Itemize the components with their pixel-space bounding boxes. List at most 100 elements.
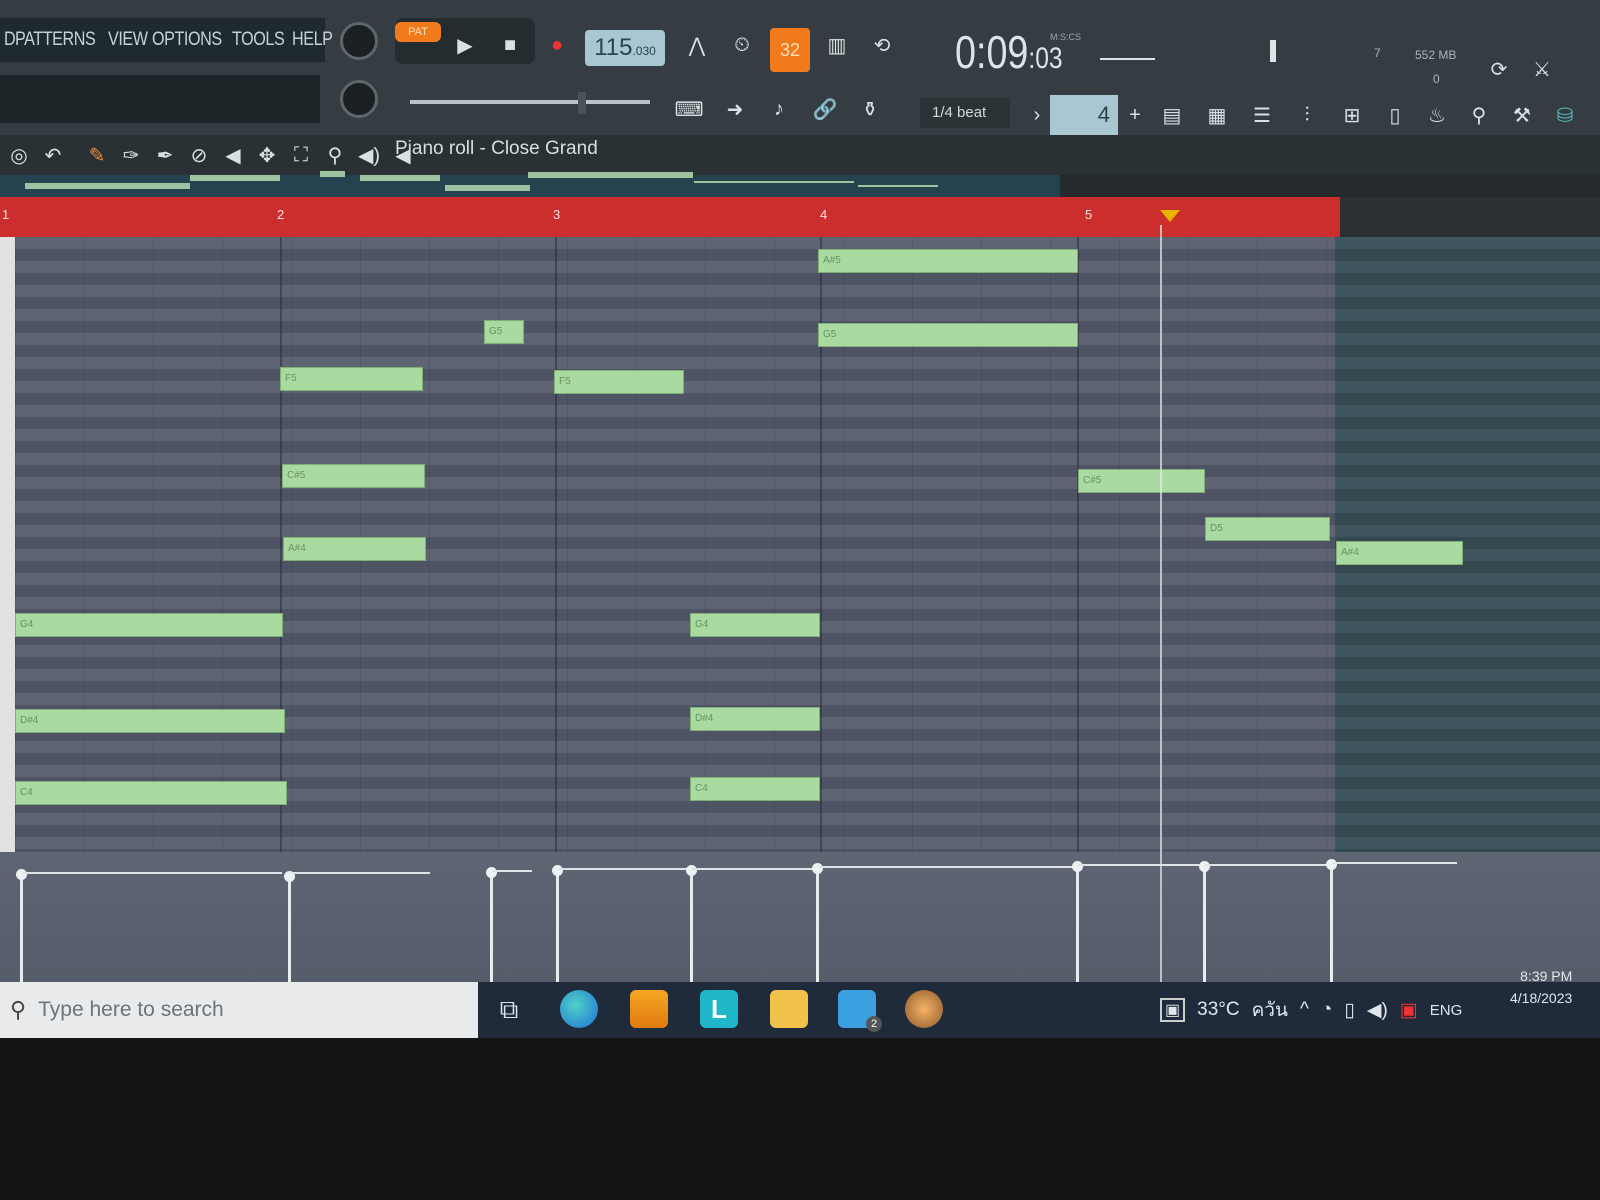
- velocity-bar[interactable]: [1326, 859, 1337, 982]
- shop-icon[interactable]: ⛁: [1548, 98, 1582, 132]
- snap-select[interactable]: 1/4 beat: [920, 98, 1010, 128]
- magnifier-icon[interactable]: ⚲: [318, 138, 352, 172]
- loop-record-icon[interactable]: ⟲: [865, 28, 899, 62]
- piano-keys[interactable]: [0, 237, 15, 852]
- velocity-bar[interactable]: [812, 863, 823, 982]
- chevron-up-icon[interactable]: ^: [1300, 999, 1309, 1021]
- tempo-display[interactable]: 115.030: [585, 30, 665, 66]
- master-pitch-knob[interactable]: [340, 80, 378, 118]
- velocity-bar[interactable]: [16, 869, 27, 982]
- weather-temp[interactable]: 33°C: [1197, 999, 1239, 1021]
- task-view-icon[interactable]: ⧉: [490, 990, 528, 1028]
- chevron-right-icon[interactable]: ›: [1020, 98, 1054, 132]
- note[interactable]: F5: [554, 370, 684, 394]
- l-app-icon[interactable]: L: [700, 990, 738, 1028]
- slice-icon[interactable]: ◀: [216, 138, 250, 172]
- weather-icon[interactable]: ▣: [1160, 998, 1186, 1022]
- note[interactable]: C#5: [1078, 469, 1205, 493]
- mute-tool-icon[interactable]: ⊘: [182, 138, 216, 172]
- note[interactable]: F5: [280, 367, 423, 391]
- playlist-icon[interactable]: ▤: [1155, 98, 1189, 132]
- countdown-button[interactable]: 32: [770, 28, 810, 72]
- pattern-overview[interactable]: [0, 171, 1060, 197]
- pencil-icon[interactable]: ✎: [80, 138, 114, 172]
- velocity-bar[interactable]: [1072, 861, 1083, 982]
- speaker-icon[interactable]: ◀): [352, 138, 386, 172]
- clock[interactable]: 8:39 PM 4/18/2023: [1510, 965, 1572, 1009]
- browser-icon[interactable]: ⊞: [1335, 98, 1369, 132]
- menu-view[interactable]: VIEW: [108, 29, 148, 51]
- arrow-right-icon[interactable]: ➜: [718, 92, 752, 126]
- tuner-icon[interactable]: ⚲: [1462, 98, 1496, 132]
- velocity-lane[interactable]: [0, 852, 1600, 982]
- select-icon[interactable]: ✥: [250, 138, 284, 172]
- mixer-icon[interactable]: ⫶: [1290, 98, 1324, 132]
- paint-icon[interactable]: ✑: [114, 138, 148, 172]
- note[interactable]: G4: [15, 613, 283, 637]
- stamp-icon[interactable]: ⚱: [853, 92, 887, 126]
- file-explorer-icon[interactable]: [770, 990, 808, 1028]
- velocity-bar[interactable]: [686, 865, 697, 982]
- delete-icon[interactable]: ✒: [148, 138, 182, 172]
- wait-record-icon[interactable]: ⏲: [725, 28, 759, 62]
- wifi-icon[interactable]: ◔: [1321, 999, 1332, 1021]
- note[interactable]: D#4: [690, 707, 820, 731]
- note[interactable]: G5: [818, 323, 1078, 347]
- wrench-icon[interactable]: ⚒: [1505, 98, 1539, 132]
- piano-roll-icon[interactable]: ▦: [1200, 98, 1234, 132]
- note[interactable]: A#4: [1336, 541, 1463, 565]
- note-icon[interactable]: ♪: [762, 92, 796, 126]
- link-icon[interactable]: 🔗: [808, 92, 842, 126]
- mail-icon[interactable]: 2: [838, 990, 882, 1032]
- panic-icon[interactable]: ⚔: [1525, 52, 1559, 86]
- typing-keyboard-icon[interactable]: ⌨: [672, 92, 706, 126]
- note[interactable]: C4: [15, 781, 287, 805]
- note[interactable]: A#5: [818, 249, 1078, 273]
- note[interactable]: D5: [1205, 517, 1330, 541]
- weather-text[interactable]: ควัน: [1252, 995, 1288, 1025]
- taskbar-search[interactable]: ⚲ Type here to search: [0, 982, 478, 1038]
- velocity-bar[interactable]: [1199, 861, 1210, 982]
- timeline-ruler[interactable]: 1 2 3 4 5: [0, 197, 1340, 237]
- menu-tools[interactable]: TOOLS: [232, 29, 285, 51]
- slider-thumb[interactable]: [578, 92, 586, 114]
- metronome-icon[interactable]: ⋀: [680, 28, 714, 62]
- options-icon[interactable]: ◎: [2, 138, 36, 172]
- velocity-bar[interactable]: [486, 867, 497, 982]
- language-indicator[interactable]: ENG: [1430, 1002, 1463, 1019]
- note[interactable]: D#4: [15, 709, 285, 733]
- menu-patterns[interactable]: PATTERNS: [15, 29, 96, 51]
- step-value-field[interactable]: 4: [1050, 95, 1118, 135]
- note-grid[interactable]: G4 D#4 C4 F5 C#5 A#4 G5 F5 G4 D#4 C4 A#5…: [15, 237, 1335, 852]
- project-icon[interactable]: ▯: [1378, 98, 1412, 132]
- master-volume-knob[interactable]: [340, 22, 378, 60]
- playhead-marker[interactable]: [1160, 210, 1180, 222]
- menu-file[interactable]: D: [4, 29, 16, 51]
- note[interactable]: C4: [690, 777, 820, 801]
- stop-button[interactable]: ■: [493, 28, 527, 62]
- plugin-icon[interactable]: ♨: [1420, 98, 1454, 132]
- plus-icon[interactable]: +: [1118, 98, 1152, 132]
- channel-rack-icon[interactable]: ☰: [1245, 98, 1279, 132]
- velocity-bar[interactable]: [552, 865, 563, 982]
- volume-icon[interactable]: ◀): [1367, 999, 1388, 1022]
- note[interactable]: G4: [690, 613, 820, 637]
- step-edit-icon[interactable]: ▥: [820, 28, 854, 62]
- menu-help[interactable]: HELP: [292, 29, 333, 51]
- reload-icon[interactable]: ⟳: [1482, 52, 1516, 86]
- store-icon[interactable]: [630, 990, 668, 1028]
- zoom-icon[interactable]: ⛶: [284, 138, 318, 172]
- master-volume-slider[interactable]: [410, 100, 650, 104]
- record-button[interactable]: ●: [540, 28, 574, 62]
- pat-song-toggle[interactable]: PAT: [395, 22, 441, 42]
- undo-icon[interactable]: ↶: [36, 138, 70, 172]
- note[interactable]: G5: [484, 320, 524, 344]
- edge-icon[interactable]: [560, 990, 598, 1028]
- velocity-bar[interactable]: [284, 871, 295, 982]
- notification-icon[interactable]: ▣: [1400, 999, 1418, 1022]
- fl-studio-icon[interactable]: [905, 990, 943, 1028]
- battery-icon[interactable]: ▯: [1344, 999, 1354, 1022]
- menu-options[interactable]: OPTIONS: [152, 29, 222, 51]
- play-button[interactable]: ▶: [448, 28, 482, 62]
- note[interactable]: C#5: [282, 464, 425, 488]
